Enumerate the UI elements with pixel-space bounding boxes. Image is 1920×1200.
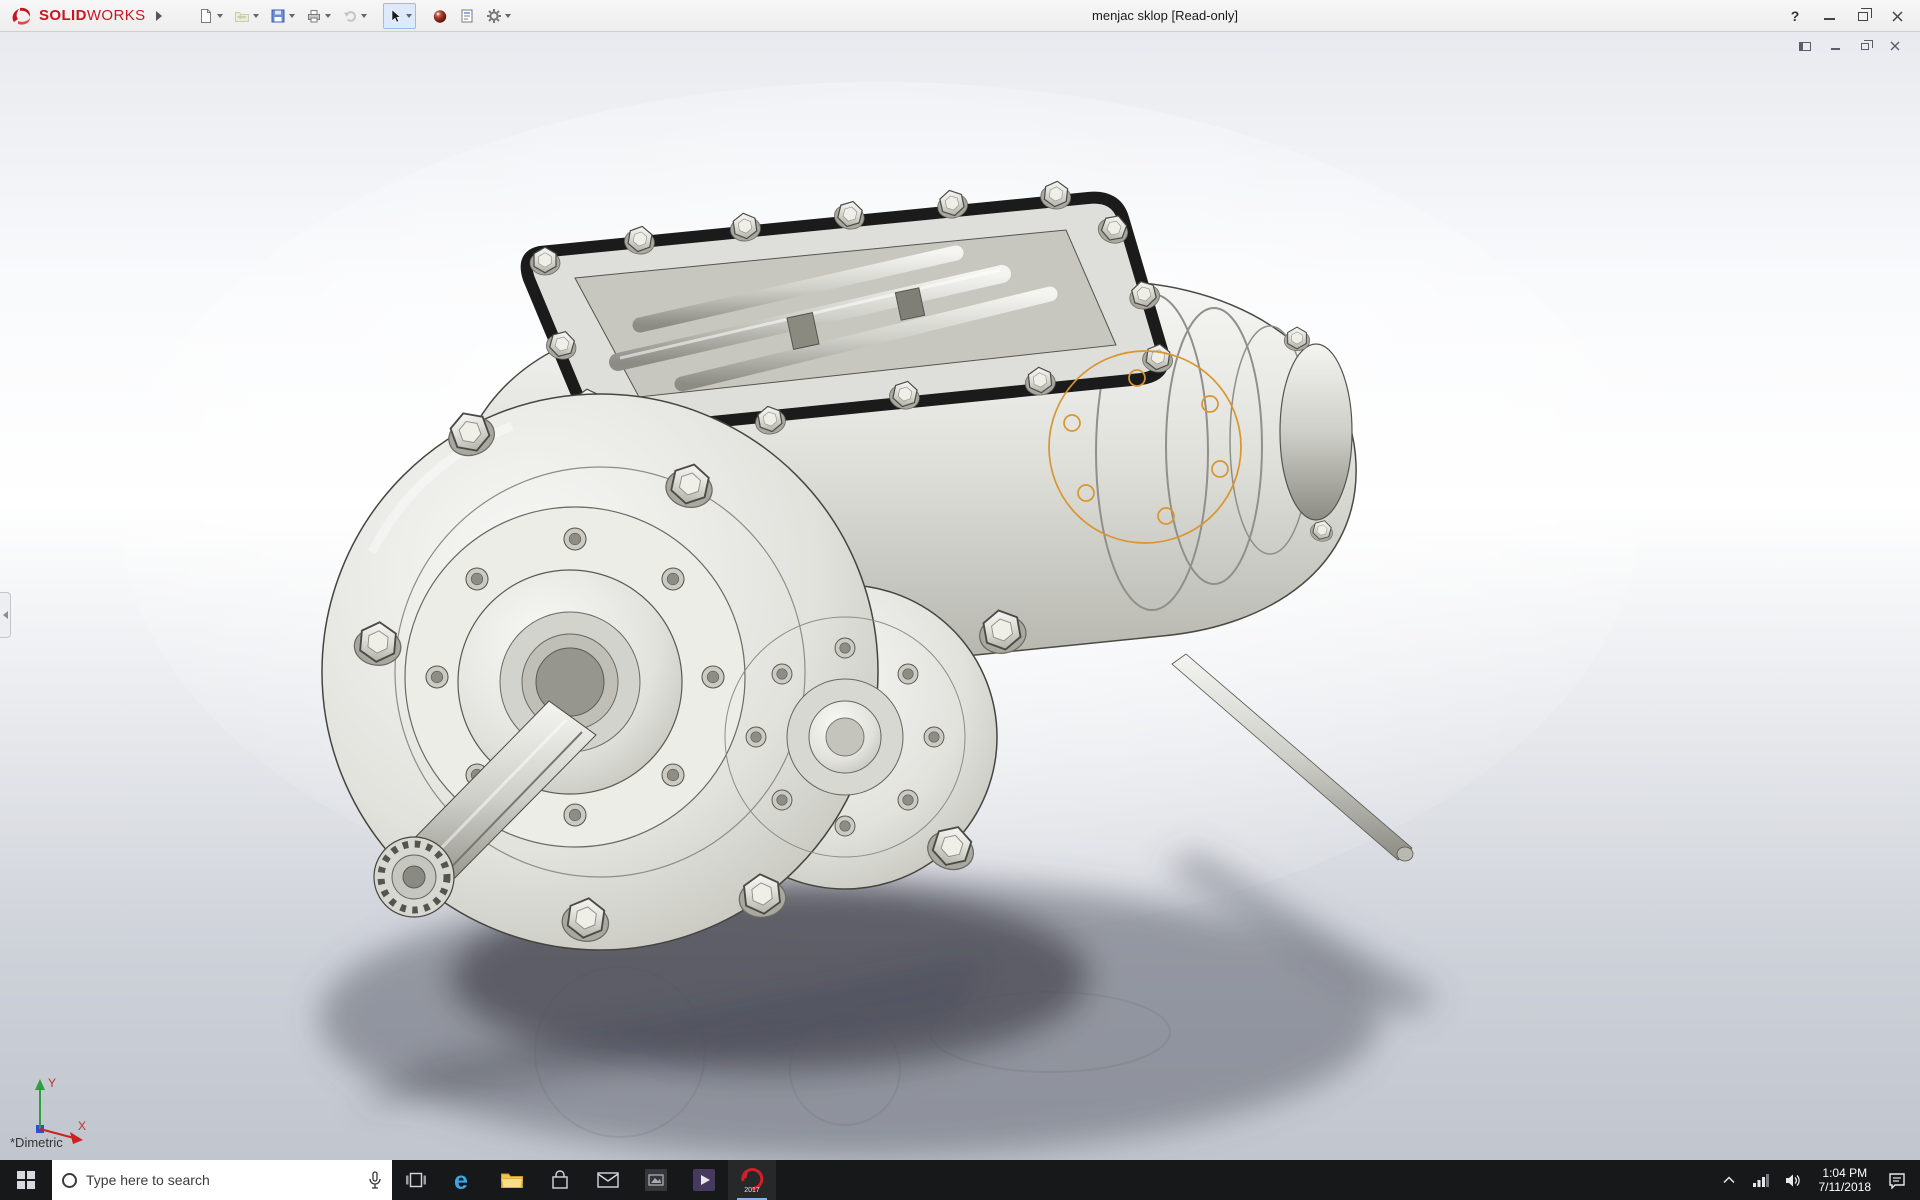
open-folder-icon: [234, 11, 249, 22]
mail-envelope-icon: [597, 1172, 619, 1188]
minimize-icon: [1830, 47, 1840, 50]
select-tool-button[interactable]: [382, 2, 416, 29]
help-button[interactable]: ?: [1780, 3, 1810, 29]
action-center-icon: [1889, 1172, 1905, 1189]
windows-taskbar: e: [0, 1160, 1920, 1200]
volume-tray-button[interactable]: [1777, 1160, 1810, 1200]
file-properties-icon: [461, 9, 473, 22]
task-view-icon: [406, 1172, 426, 1188]
minimize-icon: [1823, 18, 1835, 20]
volume-icon: [1785, 1174, 1800, 1186]
search-input[interactable]: [86, 1172, 359, 1188]
x-axis-label: X: [78, 1119, 86, 1133]
y-axis-label: Y: [48, 1076, 56, 1090]
new-document-button[interactable]: [194, 3, 227, 29]
help-icon: ?: [1790, 8, 1800, 24]
document-close-button[interactable]: [1886, 37, 1904, 55]
windows-logo-icon: [17, 1171, 35, 1189]
new-document-icon: [200, 8, 211, 23]
document-title: menjac sklop [Read-only]: [1092, 8, 1238, 23]
window-controls: ?: [1780, 0, 1912, 32]
store-button[interactable]: [536, 1160, 584, 1200]
pinned-app-icon-7: [693, 1169, 715, 1191]
file-explorer-button[interactable]: [488, 1160, 536, 1200]
solidworks-year-badge: 2017: [744, 1187, 760, 1193]
document-window-controls: [1796, 37, 1904, 55]
system-tray: 1:04 PM 7/11/2018: [1714, 1160, 1920, 1200]
display-pane-icon: [1799, 41, 1811, 51]
mail-button[interactable]: [584, 1160, 632, 1200]
document-minimize-button[interactable]: [1826, 37, 1844, 55]
options-gear-icon: [486, 8, 501, 23]
cortana-icon: [62, 1172, 77, 1188]
dassault-systemes-logo-icon: [12, 7, 31, 25]
dropdown-caret-icon: [252, 13, 259, 18]
chevron-left-icon: [2, 611, 8, 619]
graphics-area[interactable]: Y X *Dimetric: [0, 32, 1920, 1160]
undo-button[interactable]: [338, 3, 371, 29]
print-icon: [307, 9, 320, 22]
solidworks-2017-icon: 2017: [741, 1168, 764, 1193]
edge-icon: e: [454, 1167, 468, 1193]
dropdown-caret-icon: [288, 13, 295, 18]
gearbox-model[interactable]: [0, 32, 1920, 1160]
chevron-up-icon: [1722, 1176, 1735, 1184]
restore-icon: [1858, 8, 1872, 21]
close-icon: [1890, 41, 1900, 51]
print-button[interactable]: [302, 3, 335, 29]
dropdown-caret-icon: [504, 13, 511, 18]
solidworks-taskbar-button[interactable]: 2017: [728, 1160, 776, 1200]
close-button[interactable]: [1882, 3, 1912, 29]
edge-browser-button[interactable]: e: [440, 1160, 488, 1200]
flyout-arrow-icon: [155, 10, 162, 21]
restore-button[interactable]: [1848, 3, 1878, 29]
solidworks-logo: SOLIDWORKS: [0, 6, 150, 26]
app-name: SOLIDWORKS: [39, 7, 146, 24]
action-center-button[interactable]: [1880, 1160, 1914, 1200]
pinned-app-button-7[interactable]: [680, 1160, 728, 1200]
microphone-icon[interactable]: [368, 1171, 382, 1189]
dropdown-caret-icon: [324, 13, 331, 18]
minimize-button[interactable]: [1814, 3, 1844, 29]
network-tray-button[interactable]: [1744, 1160, 1777, 1200]
store-bag-icon: [552, 1170, 568, 1189]
feature-manager-collapse-tab[interactable]: [0, 592, 11, 638]
clock-date: 7/11/2018: [1818, 1180, 1872, 1194]
hidden-icons-button[interactable]: [1714, 1160, 1744, 1200]
appearance-sphere-icon: [433, 9, 446, 23]
taskbar-search[interactable]: [52, 1160, 392, 1200]
titlebar: SOLIDWORKS menjac sklop [Read-only] ?: [0, 0, 1920, 32]
close-icon: [1891, 10, 1903, 22]
view-orientation-label: *Dimetric: [10, 1135, 63, 1150]
file-properties-button[interactable]: [455, 3, 479, 29]
options-button[interactable]: [482, 3, 515, 29]
folder-icon: [500, 1173, 524, 1188]
display-pane-toggle[interactable]: [1796, 37, 1814, 55]
main-toolbar: [194, 2, 515, 29]
undo-icon: [343, 10, 356, 22]
network-icon: [1752, 1174, 1769, 1187]
solidworks-window: SOLIDWORKS menjac sklop [Read-only] ? Y …: [0, 0, 1920, 1200]
save-icon: [271, 9, 285, 22]
save-button[interactable]: [266, 3, 299, 29]
pinned-app-icon-6: [645, 1169, 667, 1191]
appearances-button[interactable]: [428, 3, 452, 29]
svg-text:e: e: [454, 1167, 468, 1193]
dropdown-caret-icon: [405, 13, 412, 18]
document-restore-button[interactable]: [1856, 37, 1874, 55]
clock-time: 1:04 PM: [1822, 1166, 1868, 1180]
open-document-button[interactable]: [230, 3, 263, 29]
dropdown-caret-icon: [360, 13, 367, 18]
task-view-button[interactable]: [392, 1160, 440, 1200]
start-button[interactable]: [0, 1160, 52, 1200]
restore-icon: [1861, 39, 1873, 50]
select-cursor-icon: [391, 8, 401, 23]
dropdown-caret-icon: [216, 13, 223, 18]
pinned-app-button-6[interactable]: [632, 1160, 680, 1200]
taskbar-clock[interactable]: 1:04 PM 7/11/2018: [1810, 1166, 1881, 1194]
menu-expand-arrow[interactable]: [150, 4, 168, 28]
